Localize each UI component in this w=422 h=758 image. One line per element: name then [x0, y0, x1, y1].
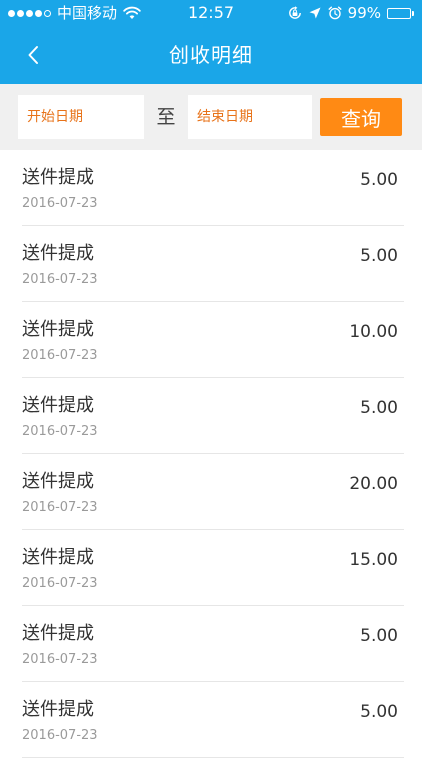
- list-item[interactable]: 送件提成 2016-07-23 5.00: [22, 378, 404, 454]
- record-date: 2016-07-23: [22, 500, 98, 515]
- record-amount: 5.00: [360, 626, 398, 646]
- battery-tip: [412, 10, 414, 16]
- record-type: 送件提成: [22, 319, 94, 340]
- list-item[interactable]: 送件提成 2016-07-23 5.00: [22, 150, 404, 226]
- record-type: 送件提成: [22, 547, 94, 568]
- list-item[interactable]: 送件提成 2016-07-23 20.00: [22, 454, 404, 530]
- record-date: 2016-07-23: [22, 576, 98, 591]
- record-type: 送件提成: [22, 471, 94, 492]
- status-bar: 中国移动 12:57 99%: [0, 0, 422, 26]
- battery-percent: 99%: [347, 4, 381, 22]
- record-amount: 20.00: [349, 474, 398, 494]
- to-label: 至: [156, 106, 176, 128]
- record-date: 2016-07-23: [22, 652, 98, 667]
- record-amount: 15.00: [349, 550, 398, 570]
- record-date: 2016-07-23: [22, 272, 98, 287]
- record-amount: 5.00: [360, 398, 398, 418]
- date-filter-bar: 至 查询: [0, 84, 422, 150]
- end-date-input[interactable]: [188, 95, 312, 139]
- record-type: 送件提成: [22, 167, 94, 188]
- list-item[interactable]: 送件提成 2016-07-23 5.00: [22, 226, 404, 302]
- query-button[interactable]: 查询: [320, 98, 402, 136]
- status-bar-right: 99%: [288, 0, 414, 26]
- record-amount: 5.00: [360, 170, 398, 190]
- location-icon: [309, 7, 321, 19]
- record-amount: 5.00: [360, 702, 398, 722]
- list-item[interactable]: 送件提成 2016-07-23 15.00: [22, 530, 404, 606]
- record-amount: 5.00: [360, 246, 398, 266]
- record-date: 2016-07-23: [22, 348, 98, 363]
- record-type: 送件提成: [22, 623, 94, 644]
- record-date: 2016-07-23: [22, 196, 98, 211]
- record-date: 2016-07-23: [22, 424, 98, 439]
- alarm-icon: [328, 6, 342, 20]
- list-item[interactable]: 送件提成 2016-07-23 10.00: [22, 302, 404, 378]
- list-item[interactable]: 送件提成 2016-07-23 5.00: [22, 682, 404, 758]
- header: 中国移动 12:57 99% 创收明细: [0, 0, 422, 84]
- record-date: 2016-07-23: [22, 728, 98, 743]
- battery-icon: [387, 7, 414, 19]
- start-date-input[interactable]: [18, 95, 144, 139]
- nav-bar: 创收明细: [0, 26, 422, 84]
- record-type: 送件提成: [22, 243, 94, 264]
- record-type: 送件提成: [22, 395, 94, 416]
- page-title: 创收明细: [169, 43, 253, 67]
- income-record-list: 送件提成 2016-07-23 5.00 送件提成 2016-07-23 5.00 送件提成…: [0, 150, 422, 758]
- record-amount: 10.00: [349, 322, 398, 342]
- record-type: 送件提成: [22, 699, 94, 720]
- orientation-lock-icon: [288, 6, 301, 19]
- battery-body: [387, 7, 411, 19]
- list-item[interactable]: 送件提成 2016-07-23 5.00: [22, 606, 404, 682]
